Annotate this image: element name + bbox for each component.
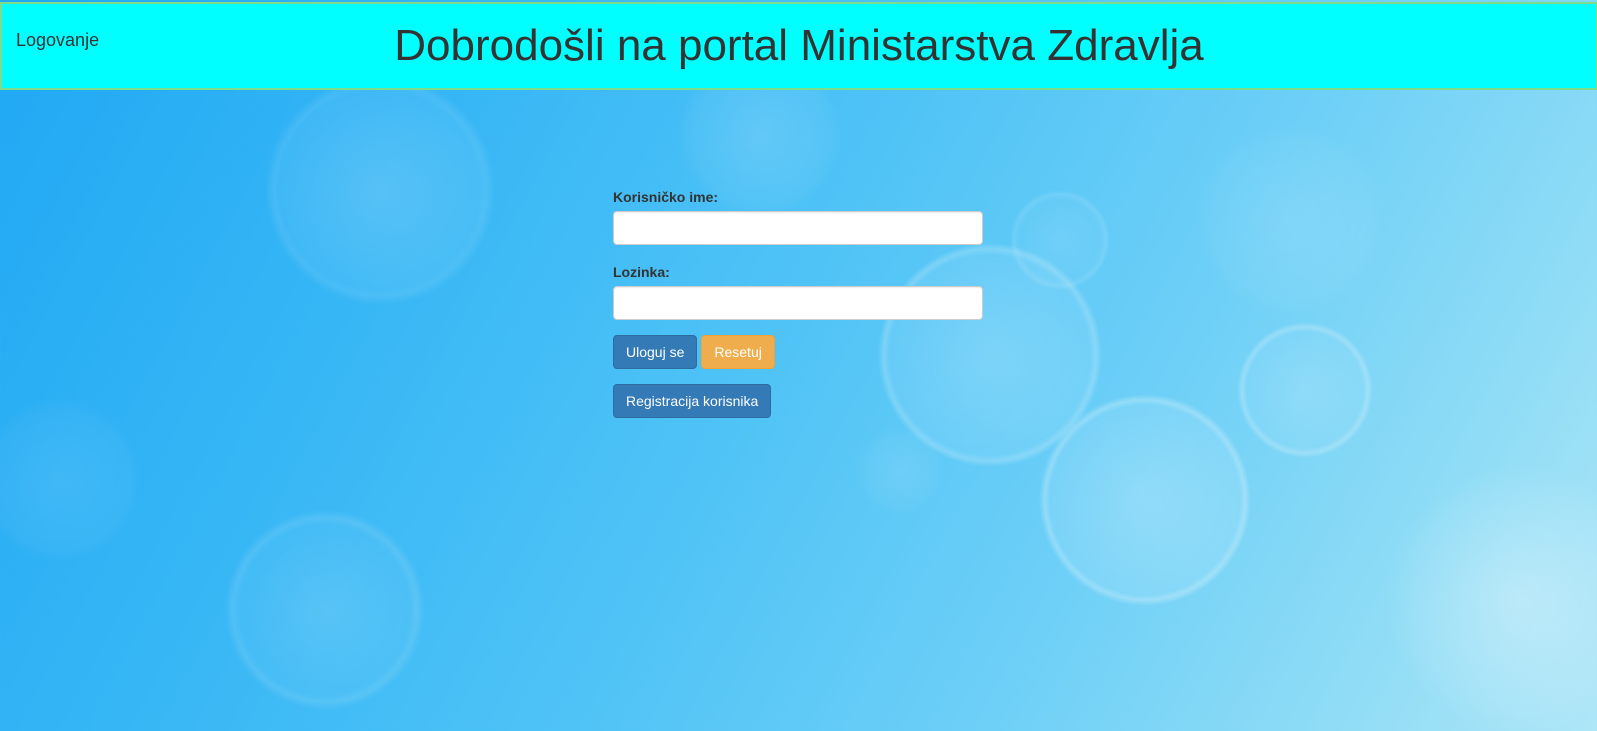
register-button[interactable]: Registracija korisnika [613,384,772,418]
login-form: Korisničko ime: Lozinka: Uloguj se Reset… [613,189,983,418]
form-button-row: Uloguj se Resetuj [613,335,983,369]
password-label: Lozinka: [613,264,670,280]
username-input[interactable] [613,211,983,245]
password-input[interactable] [613,286,983,320]
username-label: Korisničko ime: [613,189,719,205]
header-bar: Logovanje Dobrodošli na portal Ministars… [0,2,1597,90]
login-button[interactable]: Uloguj se [613,335,698,369]
page-title: Dobrodošli na portal Ministarstva Zdravl… [394,21,1204,70]
reset-button[interactable]: Resetuj [701,335,775,369]
